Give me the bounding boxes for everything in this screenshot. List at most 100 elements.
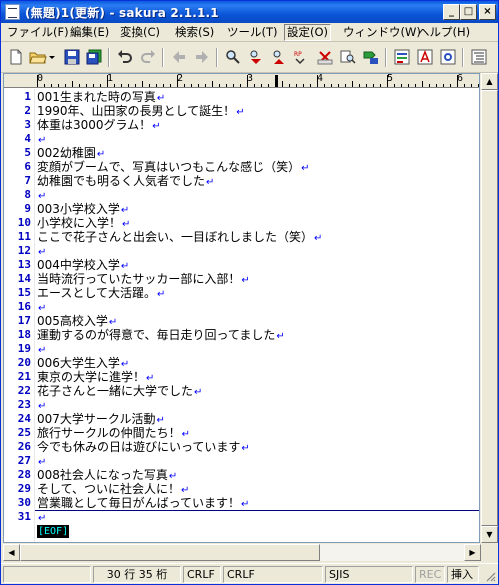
common-settings-icon[interactable] [393,48,411,66]
vertical-scroll-thumb[interactable] [481,90,498,526]
text-line[interactable]: ↵ [37,300,46,314]
text-line[interactable]: 003小学校入学↵ [37,202,129,216]
text-line[interactable]: ↵ [37,188,46,202]
text-editor[interactable]: 0 1 2 3 4 5 6 1 2 3 4 5 6 7 8 9 10 11 12 13 14 15 16 17 1… [3,73,480,543]
return-mark-icon: ↵ [38,247,47,258]
text-line[interactable]: 花子さんと一緒に大学でした↵ [37,384,202,398]
horizontal-scrollbar[interactable]: ◀ ▶ [3,544,481,561]
text-line[interactable]: ↵ [37,398,46,412]
text-line[interactable]: ここで花子さんと出会い、一目ぼれしました（笑）↵ [37,230,322,244]
menu-window[interactable]: ウィンドウ(W) [341,25,423,40]
text-line[interactable]: 東京の大学に進学！↵ [37,370,154,384]
menu-convert[interactable]: 変換(C) [118,25,162,40]
app-notepad-icon[interactable] [5,4,20,20]
caret-line-underline [35,510,479,511]
ruler-tick [331,84,332,87]
text-line[interactable]: ↵ [37,342,46,356]
text-line[interactable]: 008社会人になった写真↵ [37,468,177,482]
line-number: 2 [24,104,31,117]
text-line[interactable]: 当時流行っていたサッカー部に入部！↵ [37,272,250,286]
text-line[interactable]: ↵ [37,132,46,146]
menu-settings[interactable]: 設定(O) [284,24,332,41]
find-prev-icon[interactable] [247,48,265,66]
text-line[interactable]: そして、ついに社会人に！↵ [37,482,189,496]
menu-search[interactable]: 検索(S) [173,25,216,40]
text-line[interactable]: 1990年、山田家の長男として誕生！↵ [37,104,245,118]
status-eol-code[interactable]: CRLF [183,566,221,583]
save-all-icon[interactable] [85,48,103,66]
column-ruler: 0 1 2 3 4 5 6 [4,74,479,88]
text-content[interactable]: 001生まれた時の写真↵ 1990年、山田家の長男として誕生！↵ 体重は3000グラ… [35,89,479,542]
text-line[interactable]: ↵ [37,510,46,524]
line-text: ここで花子さんと出会い、一目ぼれしました（笑） [37,230,314,244]
text-line[interactable]: エースとして大活躍。↵ [37,286,165,300]
outline-icon[interactable] [470,48,488,66]
text-line[interactable]: ↵ [37,244,46,258]
horizontal-scroll-thumb[interactable] [20,544,320,561]
vertical-scrollbar[interactable]: ▲ ▼ [481,73,498,543]
scroll-right-icon[interactable]: ▶ [464,544,481,561]
settings-gear-icon[interactable] [439,48,457,66]
return-mark-icon: ↵ [301,163,310,174]
ruler-tick [338,84,339,87]
close-button[interactable]: × [479,4,496,20]
clear-marks-icon[interactable] [316,48,334,66]
ruler-tick [240,84,241,87]
text-line[interactable]: 旅行サークルの仲間たち！↵ [37,426,190,440]
text-line[interactable]: 006大学生入学↵ [37,356,129,370]
type-settings-icon[interactable] [362,48,380,66]
text-line[interactable]: 運動するのが得意で、毎日走り回ってました↵ [37,328,285,342]
maximize-button[interactable]: □ [460,4,477,20]
text-line[interactable]: 小学校に入学！↵ [37,216,130,230]
open-folder-icon[interactable] [29,48,47,66]
text-line[interactable]: 変顔がブームで、写真はいつもこんな感じ（笑）↵ [37,160,310,174]
status-insert-mode[interactable]: 挿入 [447,566,479,583]
ruler-tick [72,81,73,87]
text-line[interactable]: 004中学校入学↵ [37,258,129,272]
dropdown-arrow-icon[interactable] [48,48,56,66]
text-line[interactable]: 007大学サークル活動↵ [37,412,165,426]
menu-edit[interactable]: 編集(E) [68,25,111,40]
text-line[interactable]: 002幼稚園↵ [37,146,105,160]
undo-icon[interactable] [116,48,134,66]
text-line[interactable]: 001生まれた時の写真↵ [37,90,165,104]
return-mark-icon: ↵ [120,359,130,370]
font-icon[interactable] [416,48,434,66]
ruler-tick [86,84,87,87]
resize-grip-icon[interactable] [484,570,496,582]
find-next-icon[interactable] [270,48,288,66]
toolbar-separator [385,48,387,67]
text-line[interactable]: 体重は3000グラム！↵ [37,118,161,132]
jump-back-icon[interactable] [170,48,188,66]
return-mark-icon: ↵ [38,457,47,468]
search-icon[interactable] [224,48,242,66]
text-line[interactable]: ↵ [37,454,46,468]
replace-icon[interactable]: RP [293,48,311,66]
menu-file[interactable]: ファイル(F) [5,25,71,40]
new-file-icon[interactable] [7,48,25,66]
line-number: 13 [17,258,31,271]
ruler-tick [163,84,164,87]
text-line[interactable]: 今でも休みの日は遊びにいっています↵ [37,440,250,454]
minimize-button[interactable]: _ [443,4,460,20]
menu-tools[interactable]: ツール(T) [225,25,280,40]
text-line[interactable]: 005高校入学↵ [37,314,117,328]
status-eol-input[interactable]: CRLF [223,566,323,583]
ruler-tick [380,84,381,87]
status-rec: REC [415,566,445,583]
save-icon[interactable] [63,48,81,66]
grep-icon[interactable] [339,48,357,66]
scroll-down-icon[interactable]: ▼ [481,526,498,543]
scroll-up-icon[interactable]: ▲ [481,73,498,90]
redo-icon[interactable] [139,48,157,66]
menu-help[interactable]: ヘルプ(H) [416,25,472,40]
scroll-left-icon[interactable]: ◀ [3,544,20,561]
ruler-tick [394,84,395,87]
status-encoding[interactable]: SJIS [325,566,413,583]
jump-forward-icon[interactable] [193,48,211,66]
app-window: (無題)1(更新) - sakura 2.1.1.1 _ □ × ファイル(F)… [0,0,499,585]
title-bar[interactable]: (無題)1(更新) - sakura 2.1.1.1 _ □ × [1,1,498,23]
return-mark-icon: ↵ [181,485,190,496]
text-line[interactable]: 幼稚園でも明るく人気者でした↵ [37,174,214,188]
text-line[interactable]: 営業職として毎日がんばっています！↵ [37,496,249,510]
